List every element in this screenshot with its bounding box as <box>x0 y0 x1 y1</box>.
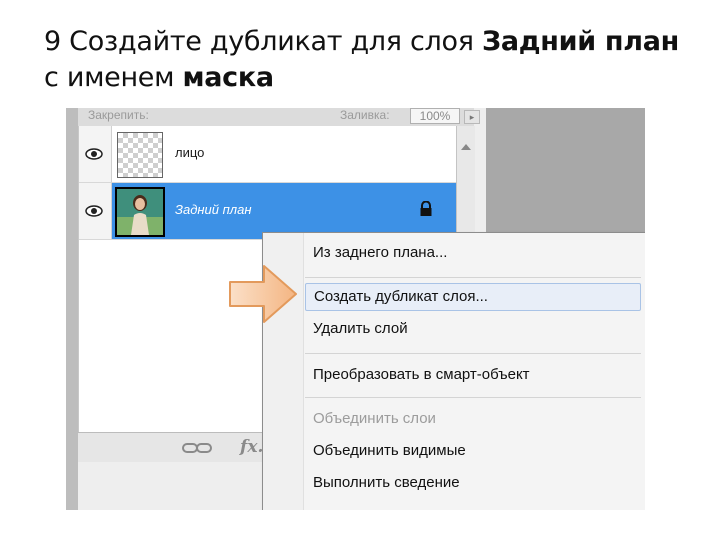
fx-icon[interactable]: fx. <box>240 437 263 457</box>
eye-icon <box>85 205 103 217</box>
menu-separator <box>305 397 641 398</box>
photoshop-screenshot: Закрепить: Заливка: 100% ▸ лицо Задний п… <box>66 108 645 510</box>
menu-item-from-background[interactable]: Из заднего плана... <box>305 239 641 267</box>
menu-separator <box>305 353 641 354</box>
menu-item-merge-visible[interactable]: Объединить видимые <box>305 437 641 465</box>
visibility-toggle[interactable] <box>79 126 112 182</box>
fill-dropdown-button[interactable]: ▸ <box>464 110 480 124</box>
layer-row-face[interactable]: лицо <box>79 126 457 183</box>
menu-item-merge-layers: Объединить слои <box>313 410 436 427</box>
title-layer-name: Задний план <box>481 26 680 57</box>
lock-label: Закрепить: <box>88 108 149 122</box>
link-icon[interactable] <box>182 441 212 455</box>
layer-name: лицо <box>175 145 205 160</box>
layer-context-menu: Из заднего плана... Создать дубликат сло… <box>262 232 645 510</box>
fill-input[interactable]: 100% <box>410 108 460 124</box>
title-text: 9 Создайте дубликат для слоя <box>44 26 482 57</box>
title-text-mid: с именем <box>44 62 183 93</box>
photo-thumbnail-image <box>117 189 163 235</box>
eye-icon <box>85 148 103 160</box>
pointer-arrow-icon <box>229 265 297 323</box>
menu-item-delete-layer[interactable]: Удалить слой <box>305 315 641 343</box>
lock-icon <box>420 201 432 216</box>
title-new-name: маска <box>182 62 274 93</box>
menu-separator <box>305 277 641 278</box>
visibility-toggle[interactable] <box>79 183 112 239</box>
scroll-up-arrow-icon[interactable] <box>461 144 471 150</box>
menu-item-convert-smart-object[interactable]: Преобразовать в смарт-объект <box>305 361 641 389</box>
layer-name: Задний план <box>175 202 252 217</box>
slide-title: 9 Создайте дубликат для слоя Задний план… <box>44 24 684 96</box>
layer-thumbnail <box>117 132 163 178</box>
fill-label: Заливка: <box>340 108 390 122</box>
menu-item-flatten-image[interactable]: Выполнить сведение <box>305 469 641 497</box>
menu-item-duplicate-layer[interactable]: Создать дубликат слоя... <box>305 283 641 311</box>
layer-thumbnail-photo <box>115 187 165 237</box>
layers-panel-options-bar: Закрепить: Заливка: 100% ▸ <box>78 108 480 127</box>
